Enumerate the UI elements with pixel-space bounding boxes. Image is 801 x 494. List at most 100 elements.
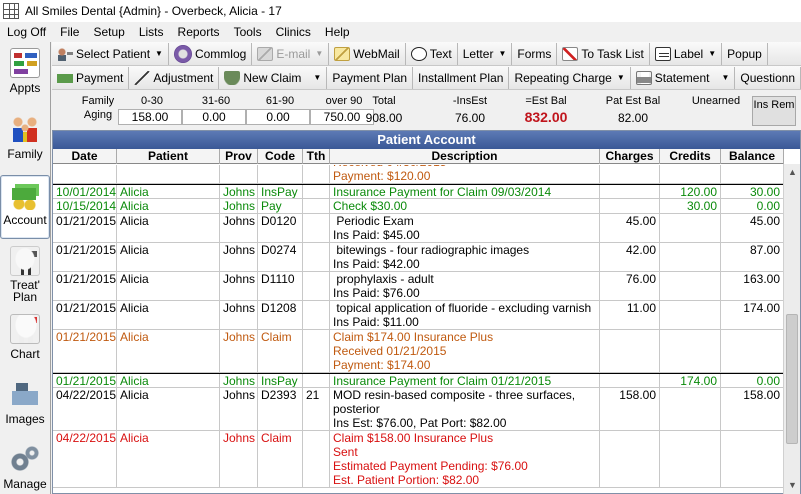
col-header-balance[interactable]: Balance [721, 149, 784, 164]
aging-header-31-60: 31-60 [201, 95, 231, 107]
payment-button[interactable]: Payment [52, 66, 130, 89]
col-header-credits[interactable]: Credits [660, 149, 721, 164]
menu-file[interactable]: File [53, 22, 86, 42]
appointments-icon [10, 48, 40, 78]
forms-button[interactable]: Forms [512, 42, 558, 65]
scroll-up-arrow-icon[interactable]: ▲ [784, 164, 801, 181]
cell-code: Claim [258, 330, 303, 372]
aging-value-61-90: 0.00 [246, 109, 310, 125]
table-row[interactable]: 10/15/2014 Alicia Johns Pay Check $30.00 30.0… [53, 199, 784, 214]
cell-credits [660, 388, 721, 430]
menu-tools[interactable]: Tools [227, 22, 269, 42]
aging-header-61-90: 61-90 [265, 95, 295, 107]
menu-help[interactable]: Help [318, 22, 357, 42]
module-label-appts: Appts [9, 81, 41, 95]
description-line: Estimated Payment Pending: $76.00 [333, 459, 528, 473]
cell-desc: Received 04/30/2015Payment: $120.00 [330, 165, 600, 183]
cell-desc: Claim $158.00 Insurance Plus Sent Estimate… [330, 431, 600, 487]
statement-button[interactable]: Statement ▼ [631, 66, 736, 89]
vertical-scrollbar[interactable]: ▲ ▼ [783, 164, 800, 494]
popups-button[interactable]: Popup [722, 42, 768, 65]
module-images[interactable]: Images [0, 375, 50, 439]
letter-button[interactable]: Letter ▼ [458, 42, 513, 65]
description-line: Payment: $174.00 [333, 358, 431, 372]
window-title: All Smiles Dental {Admin} - Overbeck, Al… [25, 4, 282, 18]
table-row[interactable]: 01/21/2015 Alicia Johns Claim Claim $174.00 … [53, 330, 784, 373]
new-claim-button[interactable]: New Claim ▼ [219, 66, 328, 89]
cell-code: D1208 [258, 301, 303, 329]
cell-charges: 76.00 [600, 272, 660, 300]
patient-account-grid: Patient Account Date Patient Prov Code T… [52, 130, 801, 494]
table-row[interactable]: 01/21/2015 Alicia Johns InsPay Insurance Pay… [53, 373, 784, 388]
menu-lists[interactable]: Lists [132, 22, 171, 42]
cell-desc: Insurance Payment for Claim 09/03/2014 [330, 185, 600, 198]
commlog-button[interactable]: Commlog [169, 42, 253, 65]
menu-setup[interactable]: Setup [86, 22, 131, 42]
table-row[interactable]: Received 04/30/2015Payment: $120.00 [53, 165, 784, 184]
col-header-charges[interactable]: Charges [600, 149, 660, 164]
scroll-down-arrow-icon[interactable]: ▼ [784, 477, 801, 494]
email-dropdown-icon[interactable]: ▼ [315, 49, 323, 58]
table-row[interactable]: 01/21/2015 Alicia Johns D1208 topical appli… [53, 301, 784, 330]
table-row[interactable]: 01/21/2015 Alicia Johns D0120 Periodic Exam… [53, 214, 784, 243]
repeating-charge-dropdown-icon[interactable]: ▼ [617, 73, 625, 82]
select-patient-button[interactable]: Select Patient ▼ [52, 42, 169, 65]
col-header-code[interactable]: Code [258, 149, 303, 164]
description-line: Received 01/21/2015 [333, 344, 447, 358]
select-patient-dropdown-icon[interactable]: ▼ [155, 49, 163, 58]
repeating-charge-button[interactable]: Repeating Charge ▼ [509, 66, 631, 89]
ins-rem-button[interactable]: Ins Rem [752, 96, 796, 126]
email-icon [257, 46, 274, 61]
cell-date [53, 165, 117, 183]
description-line: prophylaxis - adult [333, 272, 434, 286]
scroll-thumb[interactable] [786, 314, 798, 444]
table-row[interactable]: 10/01/2014 Alicia Johns InsPay Insurance Pay… [53, 184, 784, 199]
col-header-patient[interactable]: Patient [117, 149, 220, 164]
col-header-tth[interactable]: Tth [303, 149, 330, 164]
email-button[interactable]: E-mail ▼ [252, 42, 330, 65]
menu-log-off[interactable]: Log Off [0, 22, 53, 42]
adjustment-button[interactable]: Adjustment [129, 66, 220, 89]
new-claim-dropdown-icon[interactable]: ▼ [313, 73, 321, 82]
module-manage[interactable]: Manage [0, 440, 50, 494]
cell-patient: Alicia [117, 243, 220, 271]
table-row[interactable]: 04/22/2015 Alicia Johns Claim Claim $158.00 … [53, 431, 784, 488]
letter-dropdown-icon[interactable]: ▼ [498, 49, 506, 58]
module-appts[interactable]: Appts [0, 44, 50, 108]
cell-credits [660, 214, 721, 242]
description-line: Ins Paid: $76.00 [333, 286, 420, 300]
cell-charges: 45.00 [600, 214, 660, 242]
payment-plan-button[interactable]: Payment Plan [327, 66, 414, 89]
cell-patient [117, 165, 220, 183]
label-button[interactable]: Label ▼ [650, 42, 723, 65]
table-row[interactable]: 01/21/2015 Alicia Johns D0274 bitewings - f… [53, 243, 784, 272]
table-row[interactable]: 01/21/2015 Alicia Johns D1110 prophylaxis -… [53, 272, 784, 301]
module-chart[interactable]: Chart [0, 310, 50, 374]
cell-date: 01/21/2015 [53, 243, 117, 271]
task-list-icon [562, 46, 579, 61]
cell-patient: Alicia [117, 272, 220, 300]
text-button[interactable]: Text [406, 42, 458, 65]
installment-plan-button[interactable]: Installment Plan [413, 66, 510, 89]
label-dropdown-icon[interactable]: ▼ [708, 49, 716, 58]
col-header-prov[interactable]: Prov [220, 149, 258, 164]
table-row[interactable]: 04/22/2015 Alicia Johns D2393 21 MOD resin-ba… [53, 388, 784, 431]
menu-bar: Log Off File Setup Lists Reports Tools C… [0, 22, 801, 42]
module-treat-plan[interactable]: Treat' Plan [0, 242, 50, 306]
cell-charges [600, 185, 660, 198]
webmail-button[interactable]: WebMail [329, 42, 406, 65]
col-header-description[interactable]: Description [330, 149, 600, 164]
menu-reports[interactable]: Reports [171, 22, 227, 42]
statement-dropdown-icon[interactable]: ▼ [721, 73, 729, 82]
cell-desc: Check $30.00 [330, 199, 600, 213]
menu-clinics[interactable]: Clinics [269, 22, 318, 42]
col-header-date[interactable]: Date [53, 149, 117, 164]
app-grid-icon [3, 3, 19, 19]
module-account[interactable]: Account [0, 175, 50, 239]
module-family[interactable]: Family [0, 110, 50, 174]
description-line: Ins Est: $76.00, Pat Port: $82.00 [333, 416, 507, 430]
label-icon [654, 46, 671, 61]
to-task-list-button[interactable]: To Task List [557, 42, 650, 65]
questionnaire-button[interactable]: Questionn [735, 66, 801, 89]
description-line: topical application of fluoride - exclud… [333, 301, 592, 315]
